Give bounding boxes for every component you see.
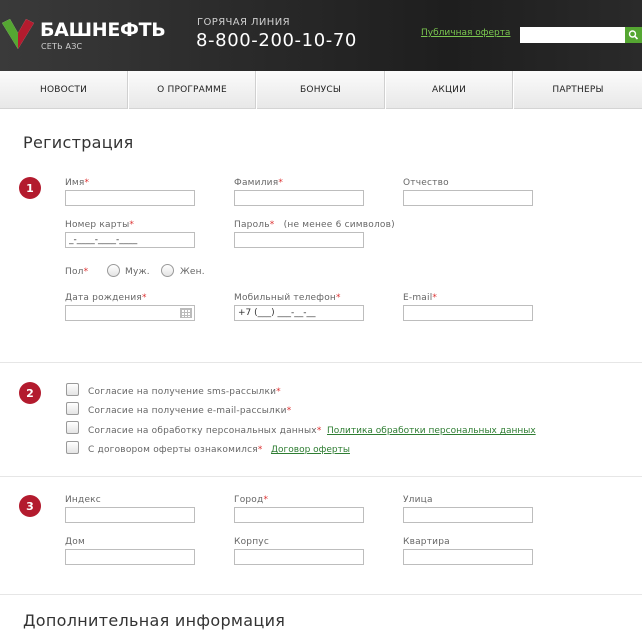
city-input[interactable] — [234, 507, 364, 523]
offer-agreement-link[interactable]: Договор оферты — [271, 445, 350, 455]
search-icon — [628, 30, 639, 40]
main-nav: НОВОСТИ О ПРОГРАММЕ БОНУСЫ АКЦИИ ПАРТНЕР… — [0, 71, 642, 109]
gender-male-radio[interactable] — [107, 264, 120, 277]
bashneft-logo-icon[interactable] — [0, 15, 36, 51]
nav-item-bonuses[interactable]: БОНУСЫ — [256, 71, 385, 109]
hotline-phone: 8-800-200-10-70 — [196, 30, 357, 51]
hotline-label: ГОРЯЧАЯ ЛИНИЯ — [197, 17, 290, 28]
brand-name[interactable]: БАШНЕФТЬ — [40, 19, 166, 41]
nav-item-partners[interactable]: ПАРТНЕРЫ — [513, 71, 642, 109]
step-1-badge: 1 — [19, 177, 41, 199]
public-offer-link[interactable]: Публичная оферта — [421, 28, 510, 38]
password-input[interactable] — [234, 232, 364, 248]
search-input[interactable] — [520, 27, 625, 43]
gender-male-label: Муж. — [125, 267, 150, 277]
mobile-phone-input[interactable] — [234, 305, 364, 321]
middle-name-label: Отчество — [403, 178, 449, 188]
nav-item-promotions[interactable]: АКЦИИ — [385, 71, 513, 109]
calendar-icon[interactable] — [180, 308, 192, 318]
personal-data-consent-label: Согласие на обработку персональных данны… — [88, 426, 322, 436]
password-hint: (не менее 6 символов) — [283, 220, 395, 230]
last-name-label: Фамилия* — [234, 178, 284, 188]
middle-name-input[interactable] — [403, 190, 533, 206]
password-label: Пароль* (не менее 6 символов) — [234, 220, 395, 230]
personal-data-policy-link[interactable]: Политика обработки персональных данных — [327, 426, 536, 436]
card-number-label: Номер карты* — [65, 220, 135, 230]
step-3-badge: 3 — [19, 495, 41, 517]
building-input[interactable] — [234, 549, 364, 565]
mobile-phone-label: Мобильный телефон* — [234, 293, 341, 303]
header: БАШНЕФТЬ СЕТЬ АЗС ГОРЯЧАЯ ЛИНИЯ 8-800-20… — [0, 0, 642, 71]
section-divider — [0, 476, 642, 477]
email-input[interactable] — [403, 305, 533, 321]
brand-subtitle: СЕТЬ АЗС — [41, 42, 83, 51]
house-input[interactable] — [65, 549, 195, 565]
search-button[interactable] — [625, 27, 642, 43]
apartment-input[interactable] — [403, 549, 533, 565]
nav-item-about[interactable]: О ПРОГРАММЕ — [128, 71, 256, 109]
email-consent-checkbox[interactable] — [66, 402, 79, 415]
sms-consent-checkbox[interactable] — [66, 383, 79, 396]
sms-consent-label: Согласие на получение sms-рассылки* — [88, 387, 281, 397]
first-name-label: Имя* — [65, 178, 90, 188]
street-label: Улица — [403, 495, 433, 505]
email-label: E-mail* — [403, 293, 438, 303]
city-label: Город* — [234, 495, 269, 505]
gender-female-radio[interactable] — [161, 264, 174, 277]
additional-info-title: Дополнительная информация — [23, 611, 286, 630]
card-number-input[interactable] — [65, 232, 195, 248]
nav-item-news[interactable]: НОВОСТИ — [0, 71, 128, 109]
postal-index-input[interactable] — [65, 507, 195, 523]
gender-label: Пол* — [65, 267, 89, 277]
page-title: Регистрация — [23, 133, 134, 152]
street-input[interactable] — [403, 507, 533, 523]
last-name-input[interactable] — [234, 190, 364, 206]
personal-data-consent-checkbox[interactable] — [66, 421, 79, 434]
offer-agreement-label: С договором оферты ознакомился* — [88, 445, 263, 455]
house-label: Дом — [65, 537, 85, 547]
step-2-badge: 2 — [19, 382, 41, 404]
first-name-input[interactable] — [65, 190, 195, 206]
offer-agreement-checkbox[interactable] — [66, 441, 79, 454]
birth-date-label: Дата рождения* — [65, 293, 147, 303]
building-label: Корпус — [234, 537, 269, 547]
apartment-label: Квартира — [403, 537, 450, 547]
postal-index-label: Индекс — [65, 495, 101, 505]
section-divider — [0, 594, 642, 595]
section-divider — [0, 362, 642, 363]
birth-date-input[interactable] — [65, 305, 195, 321]
gender-female-label: Жен. — [180, 267, 205, 277]
email-consent-label: Согласие на получение e-mail-рассылки* — [88, 406, 292, 416]
